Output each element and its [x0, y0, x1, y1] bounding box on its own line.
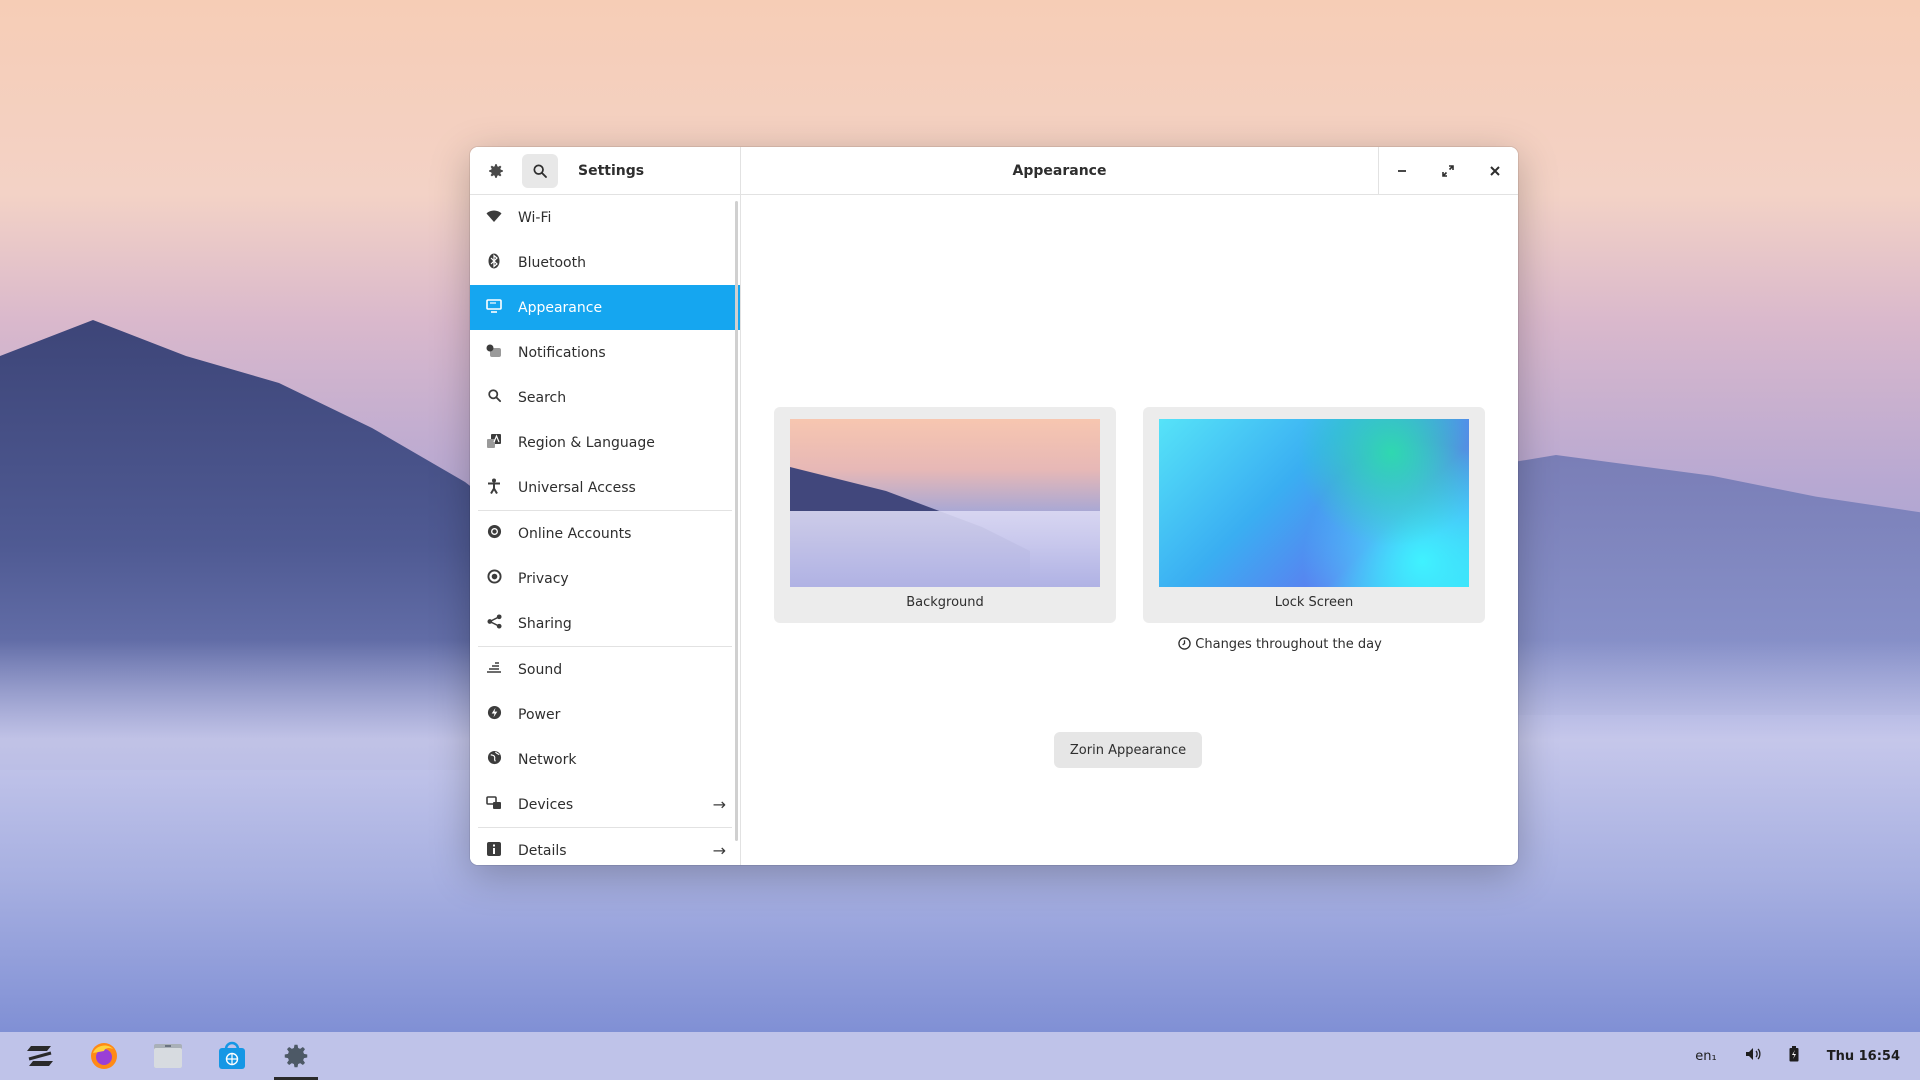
sidebar-item-search[interactable]: Search	[470, 375, 740, 420]
sidebar-item-network[interactable]: Network	[470, 737, 740, 782]
sidebar-item-label: Details	[518, 842, 567, 859]
volume-icon	[1745, 1048, 1761, 1060]
arrow-right-icon: →	[712, 795, 726, 814]
search-button[interactable]	[522, 154, 558, 188]
headerbar: Settings Appearance	[470, 147, 1518, 195]
arrow-right-icon: →	[712, 841, 726, 860]
clock-icon	[1178, 637, 1191, 650]
share-icon	[484, 614, 504, 633]
sidebar-item-sharing[interactable]: Sharing	[470, 601, 740, 646]
sidebar-item-label: Sound	[518, 661, 563, 678]
maximize-icon	[1442, 165, 1455, 177]
bluetooth-icon	[484, 253, 504, 273]
taskbar-software-store[interactable]	[208, 1032, 256, 1080]
lock-screen-card[interactable]: Lock Screen	[1143, 407, 1485, 623]
firefox-icon	[91, 1043, 117, 1069]
zorin-logo-icon	[27, 1046, 53, 1066]
sidebar-item-online-accounts[interactable]: Online Accounts	[470, 511, 740, 556]
sidebar-item-wifi[interactable]: Wi-Fi	[470, 195, 740, 240]
search-icon	[484, 388, 504, 407]
keyboard-layout-indicator[interactable]: en₁	[1695, 1049, 1716, 1064]
sidebar-item-notifications[interactable]: Notifications	[470, 330, 740, 375]
zorin-appearance-button[interactable]: Zorin Appearance	[1054, 732, 1202, 768]
zorin-menu-button[interactable]	[16, 1032, 64, 1080]
sidebar-item-power[interactable]: Power	[470, 692, 740, 737]
gear-icon	[489, 164, 503, 178]
taskbar-settings[interactable]	[272, 1032, 320, 1080]
sidebar-item-appearance[interactable]: Appearance	[470, 285, 740, 330]
changes-text: Changes throughout the day	[1195, 637, 1382, 652]
sidebar-item-label: Online Accounts	[518, 525, 632, 542]
devices-icon	[484, 795, 504, 814]
thumbnail-fog	[790, 511, 1100, 587]
system-tray: en₁ Thu 16:54	[1695, 1032, 1900, 1080]
sidebar-item-label: Universal Access	[518, 479, 636, 496]
sidebar-item-label: Region & Language	[518, 434, 655, 451]
sidebar-item-label: Devices	[518, 796, 574, 813]
sidebar-item-label: Search	[518, 389, 567, 406]
display-icon	[484, 298, 504, 317]
close-button[interactable]	[1480, 156, 1510, 186]
gear-icon	[284, 1044, 308, 1068]
sidebar-item-devices[interactable]: Devices →	[470, 782, 740, 827]
sidebar-item-universal-access[interactable]: Universal Access	[470, 465, 740, 510]
sidebar-item-label: Privacy	[518, 570, 569, 587]
sidebar-item-sound[interactable]: Sound	[470, 647, 740, 692]
taskbar: en₁ Thu 16:54	[0, 1032, 1920, 1080]
sidebar-item-privacy[interactable]: Privacy	[470, 556, 740, 601]
sidebar-title: Settings	[578, 163, 645, 179]
online-accounts-icon	[484, 524, 504, 543]
lock-screen-thumbnail	[1159, 419, 1469, 587]
changes-note: Changes throughout the day	[1109, 637, 1451, 652]
settings-window: Settings Appearance Wi-Fi Bluetooth Appe…	[470, 147, 1518, 865]
region-icon	[484, 433, 504, 453]
sidebar-item-label: Network	[518, 751, 577, 768]
sidebar-item-label: Wi-Fi	[518, 209, 552, 226]
maximize-button[interactable]	[1433, 156, 1463, 186]
notifications-icon	[484, 344, 504, 362]
volume-indicator[interactable]	[1745, 1047, 1761, 1065]
sidebar-item-label: Power	[518, 706, 561, 723]
minimize-button[interactable]	[1387, 156, 1417, 186]
taskbar-firefox[interactable]	[80, 1032, 128, 1080]
sound-icon	[484, 661, 504, 678]
sidebar-item-label: Notifications	[518, 344, 606, 361]
window-controls	[1378, 147, 1518, 195]
sidebar-item-label: Sharing	[518, 615, 572, 632]
store-icon	[219, 1041, 245, 1069]
battery-indicator[interactable]	[1789, 1046, 1799, 1066]
close-icon	[1490, 166, 1500, 176]
search-icon	[533, 164, 547, 178]
background-thumbnail	[790, 419, 1100, 587]
battery-icon	[1789, 1046, 1799, 1062]
appearance-panel: Background Lock Screen Changes throughou…	[741, 195, 1518, 865]
sidebar-scrollbar[interactable]	[735, 201, 738, 841]
lock-screen-label: Lock Screen	[1274, 595, 1354, 610]
sidebar-item-label: Appearance	[518, 299, 603, 316]
sidebar-item-label: Bluetooth	[518, 254, 586, 271]
privacy-icon	[484, 569, 504, 588]
sidebar-item-details[interactable]: Details →	[470, 828, 740, 865]
headerbar-sidebar-section: Settings	[470, 147, 741, 195]
accessibility-icon	[484, 478, 504, 498]
info-icon	[484, 841, 504, 860]
minimize-icon	[1398, 170, 1407, 172]
taskbar-files[interactable]	[144, 1032, 192, 1080]
sidebar-item-bluetooth[interactable]: Bluetooth	[470, 240, 740, 285]
background-label: Background	[906, 595, 984, 610]
page-title: Appearance	[1012, 162, 1107, 179]
folder-icon	[154, 1044, 182, 1068]
wifi-icon	[484, 209, 504, 227]
clock[interactable]: Thu 16:54	[1827, 1049, 1900, 1064]
power-icon	[484, 705, 504, 724]
sidebar: Wi-Fi Bluetooth Appearance Notifications…	[470, 195, 741, 865]
background-card[interactable]: Background	[774, 407, 1116, 623]
settings-gear-button[interactable]	[478, 154, 514, 188]
network-icon	[484, 750, 504, 769]
sidebar-item-region-language[interactable]: Region & Language	[470, 420, 740, 465]
